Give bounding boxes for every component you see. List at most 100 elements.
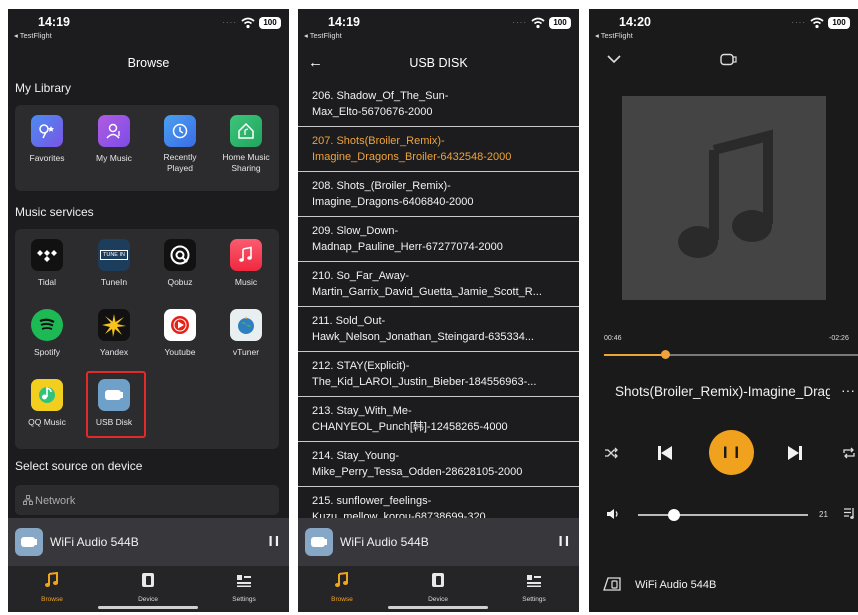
pause-button[interactable]: I I [268,533,278,550]
track-line-1: 214. Stay_Young- [312,450,400,462]
spotify-icon [31,309,63,341]
track-row[interactable]: 210. So_Far_Away- Martin_Garrix_David_Gue… [298,262,579,307]
service-qq-music[interactable]: QQ Music [15,379,79,428]
section-music-services: Music services [15,205,94,219]
settings-icon [527,575,541,587]
device-icon [15,528,43,556]
wifi-icon [531,17,545,29]
library-item-recently-played[interactable]: Recently Played [148,115,212,174]
service-label: Tidal [37,277,57,287]
track-line-1: 208. Shots_(Broiler_Remix)- [312,180,451,192]
track-line-2: Martin_Garrix_David_Guetta_Jamie_Scott_R… [312,286,542,298]
chevron-down-icon[interactable] [607,55,621,64]
output-device-icon[interactable] [603,576,621,592]
track-line-1: 206. Shadow_Of_The_Sun- [312,90,449,102]
signal-icon: ···· [222,18,237,27]
track-row[interactable]: 212. STAY(Explicit)- The_Kid_LAROI_Justin… [298,352,579,397]
user-icon [98,115,130,147]
progress-handle[interactable] [660,350,670,359]
library-item-label: Home Music Sharing [222,152,270,173]
wifi-icon [810,17,824,29]
volume-track[interactable] [638,514,808,516]
track-row[interactable]: 206. Shadow_Of_The_Sun- Max_Elto-5670676-… [298,82,579,127]
mini-player[interactable]: WiFi Audio 544B I I [298,518,579,566]
mini-player[interactable]: WiFi Audio 544B I I [8,518,289,566]
service-label: Spotify [34,347,60,357]
track-row[interactable]: 215. sunflower_feelings- Kuzu_mellow_koro… [298,487,579,518]
battery-icon: 100 [549,17,571,29]
library-item-home-music-sharing[interactable]: Home Music Sharing [214,115,278,174]
tab-device[interactable]: Device [118,572,178,603]
service-apple-music[interactable]: Music [214,239,278,288]
elapsed-time: 00:46 [604,335,622,342]
track-title: Shots(Broiler_Remix)-Imagine_Dragons_Bro… [615,384,830,399]
clock-icon [164,115,196,147]
library-item-favorites[interactable]: Favorites [15,115,79,164]
vtuner-icon [230,309,262,341]
usb-disk-screen: 14:19 ◂ TestFlight ···· 100 ← USB DISK 2… [298,9,579,612]
header: ← USB DISK [298,53,579,73]
volume-icon[interactable] [606,508,620,520]
device-icon [305,528,333,556]
status-bar: 14:20 ◂ TestFlight ···· 100 [589,9,858,45]
track-line-1: 213. Stay_With_Me- [312,405,412,417]
shuffle-icon[interactable] [604,447,619,459]
pause-button[interactable]: I I [558,533,568,550]
tunein-icon: TUNE IN [98,239,130,271]
tab-browse[interactable]: Browse [22,571,82,603]
tab-label: Settings [232,596,256,603]
wifi-icon [241,17,255,29]
network-label: Network [35,495,76,507]
tab-settings[interactable]: Settings [504,572,564,603]
music-note-icon [45,571,58,587]
back-arrow-icon[interactable]: ← [308,53,323,73]
service-spotify[interactable]: Spotify [15,309,79,358]
track-row[interactable]: 209. Slow_Down- Madnap_Pauline_Herr-67277… [298,217,579,262]
repeat-icon[interactable] [842,447,856,459]
network-source[interactable]: Network [15,485,279,515]
signal-icon: ···· [791,18,806,27]
volume-handle[interactable] [667,509,680,521]
service-vtuner[interactable]: vTuner [214,309,278,358]
track-row[interactable]: 213. Stay_With_Me- CHANYEOL_Punch[韩]-1245… [298,397,579,442]
tunein-badge: TUNE IN [100,250,128,260]
yandex-icon [98,309,130,341]
track-line-2: Imagine_Dragons-6406840-2000 [312,196,474,208]
status-time: 14:19 [328,15,360,29]
pause-button[interactable]: I I [709,430,754,475]
tab-browse[interactable]: Browse [312,571,372,603]
mini-player-device-name: WiFi Audio 544B [50,535,139,549]
back-to-testflight[interactable]: ◂ TestFlight [304,31,342,40]
status-bar: 14:19 ◂ TestFlight ···· 100 [298,9,579,45]
track-line-2: The_Kid_LAROI_Justin_Bieber-184556963-..… [312,376,537,388]
device-output-icon[interactable] [720,53,738,66]
apple-music-icon [230,239,262,271]
status-bar: 14:19 ◂ TestFlight ···· 100 [8,9,289,45]
next-icon[interactable] [787,445,803,461]
header: Browse [8,53,289,73]
track-row[interactable]: 211. Sold_Out- Hawk_Nelson_Jonathan_Stein… [298,307,579,352]
tab-bar: Browse Device Settings [298,566,579,612]
tab-settings[interactable]: Settings [214,572,274,603]
service-yandex[interactable]: Yandex [82,309,146,358]
service-qobuz[interactable]: Qobuz [148,239,212,288]
service-youtube[interactable]: Youtube [148,309,212,358]
track-line-1: 212. STAY(Explicit)- [312,360,410,372]
more-options-button[interactable]: ··· [841,382,855,398]
track-list[interactable]: 206. Shadow_Of_The_Sun- Max_Elto-5670676-… [298,82,579,518]
track-row[interactable]: 214. Stay_Young- Mike_Perry_Tessa_Odden-2… [298,442,579,487]
service-tunein[interactable]: TUNE IN TuneIn [82,239,146,288]
page-title: Browse [127,56,170,70]
service-label: QQ Music [28,417,66,427]
track-row[interactable]: 207. Shots(Broiler_Remix)- Imagine_Dragon… [298,127,579,172]
previous-icon[interactable] [657,445,673,461]
library-item-my-music[interactable]: My Music [82,115,146,164]
tab-label: Device [428,596,448,603]
service-tidal[interactable]: Tidal [15,239,79,288]
playlist-icon[interactable] [843,506,857,520]
service-label: Youtube [164,347,196,357]
tab-device[interactable]: Device [408,572,468,603]
track-row[interactable]: 208. Shots_(Broiler_Remix)- Imagine_Drago… [298,172,579,217]
back-to-testflight[interactable]: ◂ TestFlight [14,31,52,40]
back-to-testflight[interactable]: ◂ TestFlight [595,31,633,40]
